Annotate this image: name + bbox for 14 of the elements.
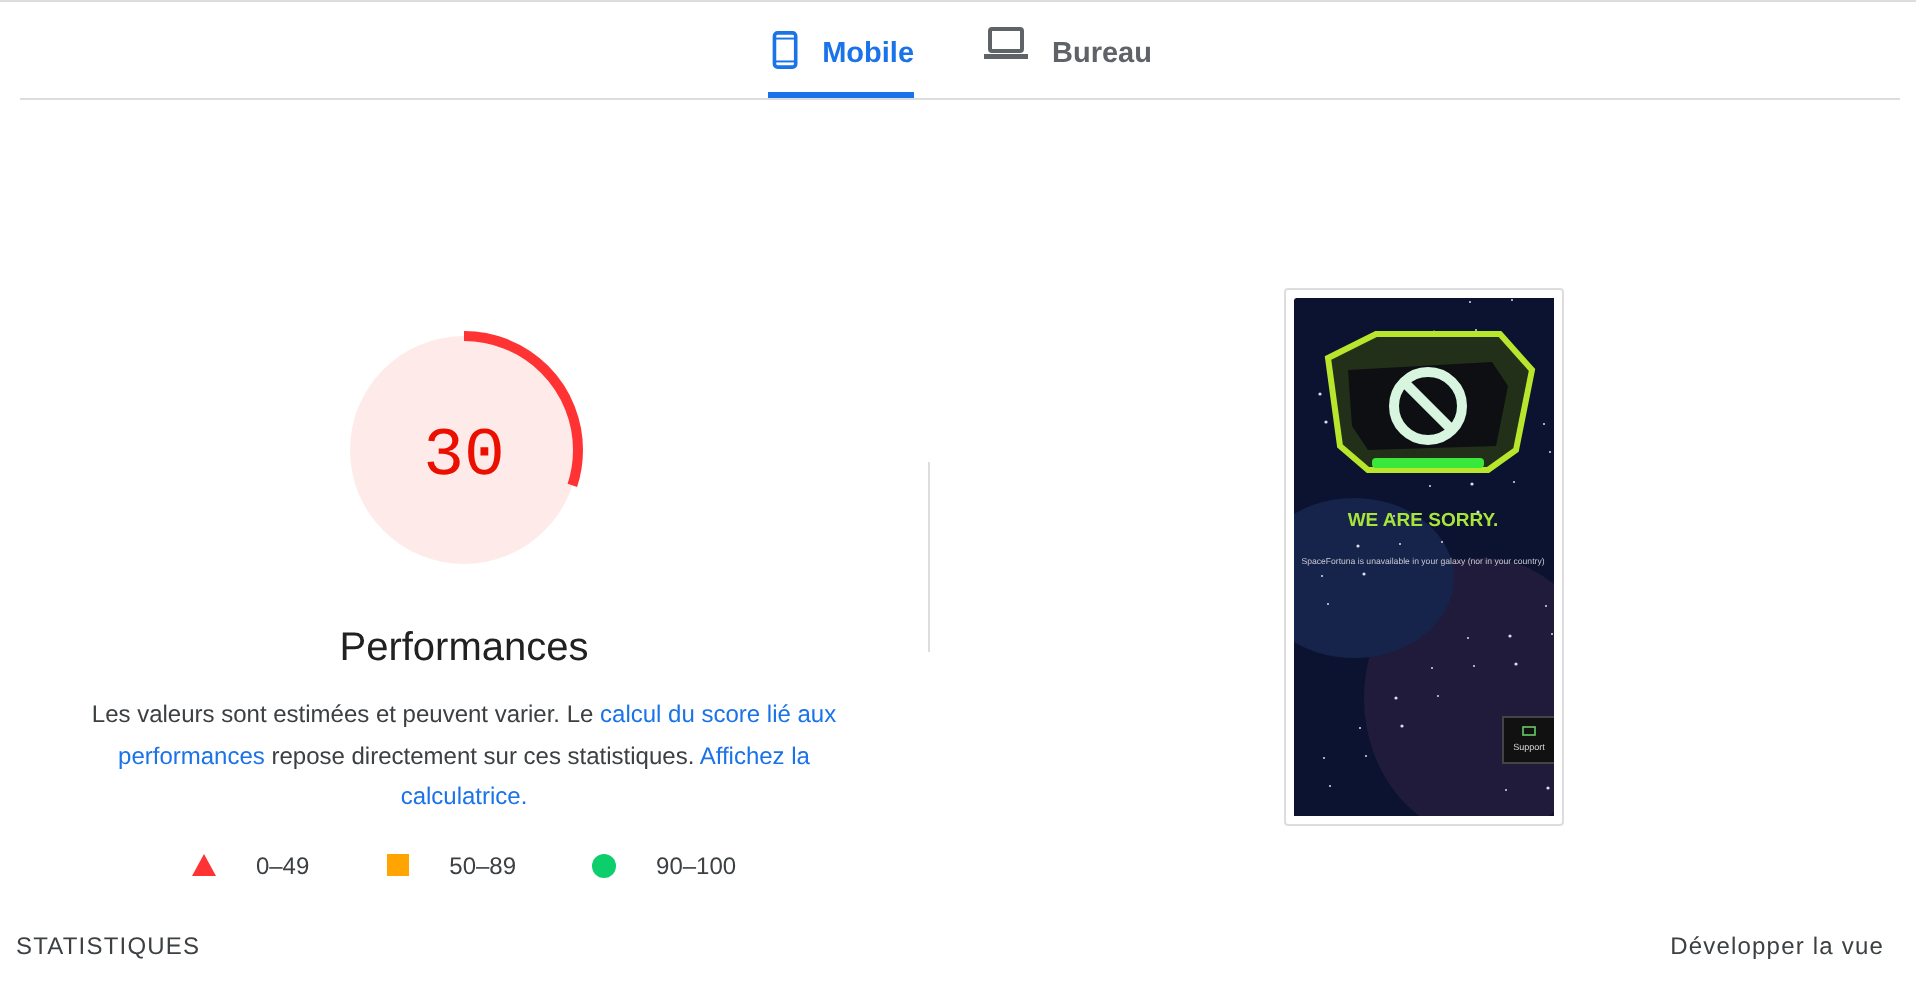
chat-icon xyxy=(1522,725,1536,738)
device-tab[interactable]: Mobile xyxy=(768,2,915,98)
phone-icon xyxy=(772,26,799,74)
legend-label: 50–89 xyxy=(449,849,517,883)
device-tab[interactable]: Bureau xyxy=(984,2,1152,98)
legend-label: 0–49 xyxy=(255,849,310,883)
laptop-icon xyxy=(984,26,1029,60)
legend-label: 90–100 xyxy=(656,849,737,883)
score-value: 30 xyxy=(423,420,505,496)
section-heading: STATISTIQUES xyxy=(16,930,201,964)
description-text: Les valeurs sont estimées et peuvent varier. Le calcul du score lié aux performances repose directement sur ces statistiques. Affichez la calculatrice. xyxy=(89,698,839,814)
gauge-title: Performances xyxy=(339,624,589,674)
screenshot-heading: WE ARE SORRY. xyxy=(1345,510,1501,534)
expand-link[interactable]: Développer la vue xyxy=(1670,928,1884,964)
